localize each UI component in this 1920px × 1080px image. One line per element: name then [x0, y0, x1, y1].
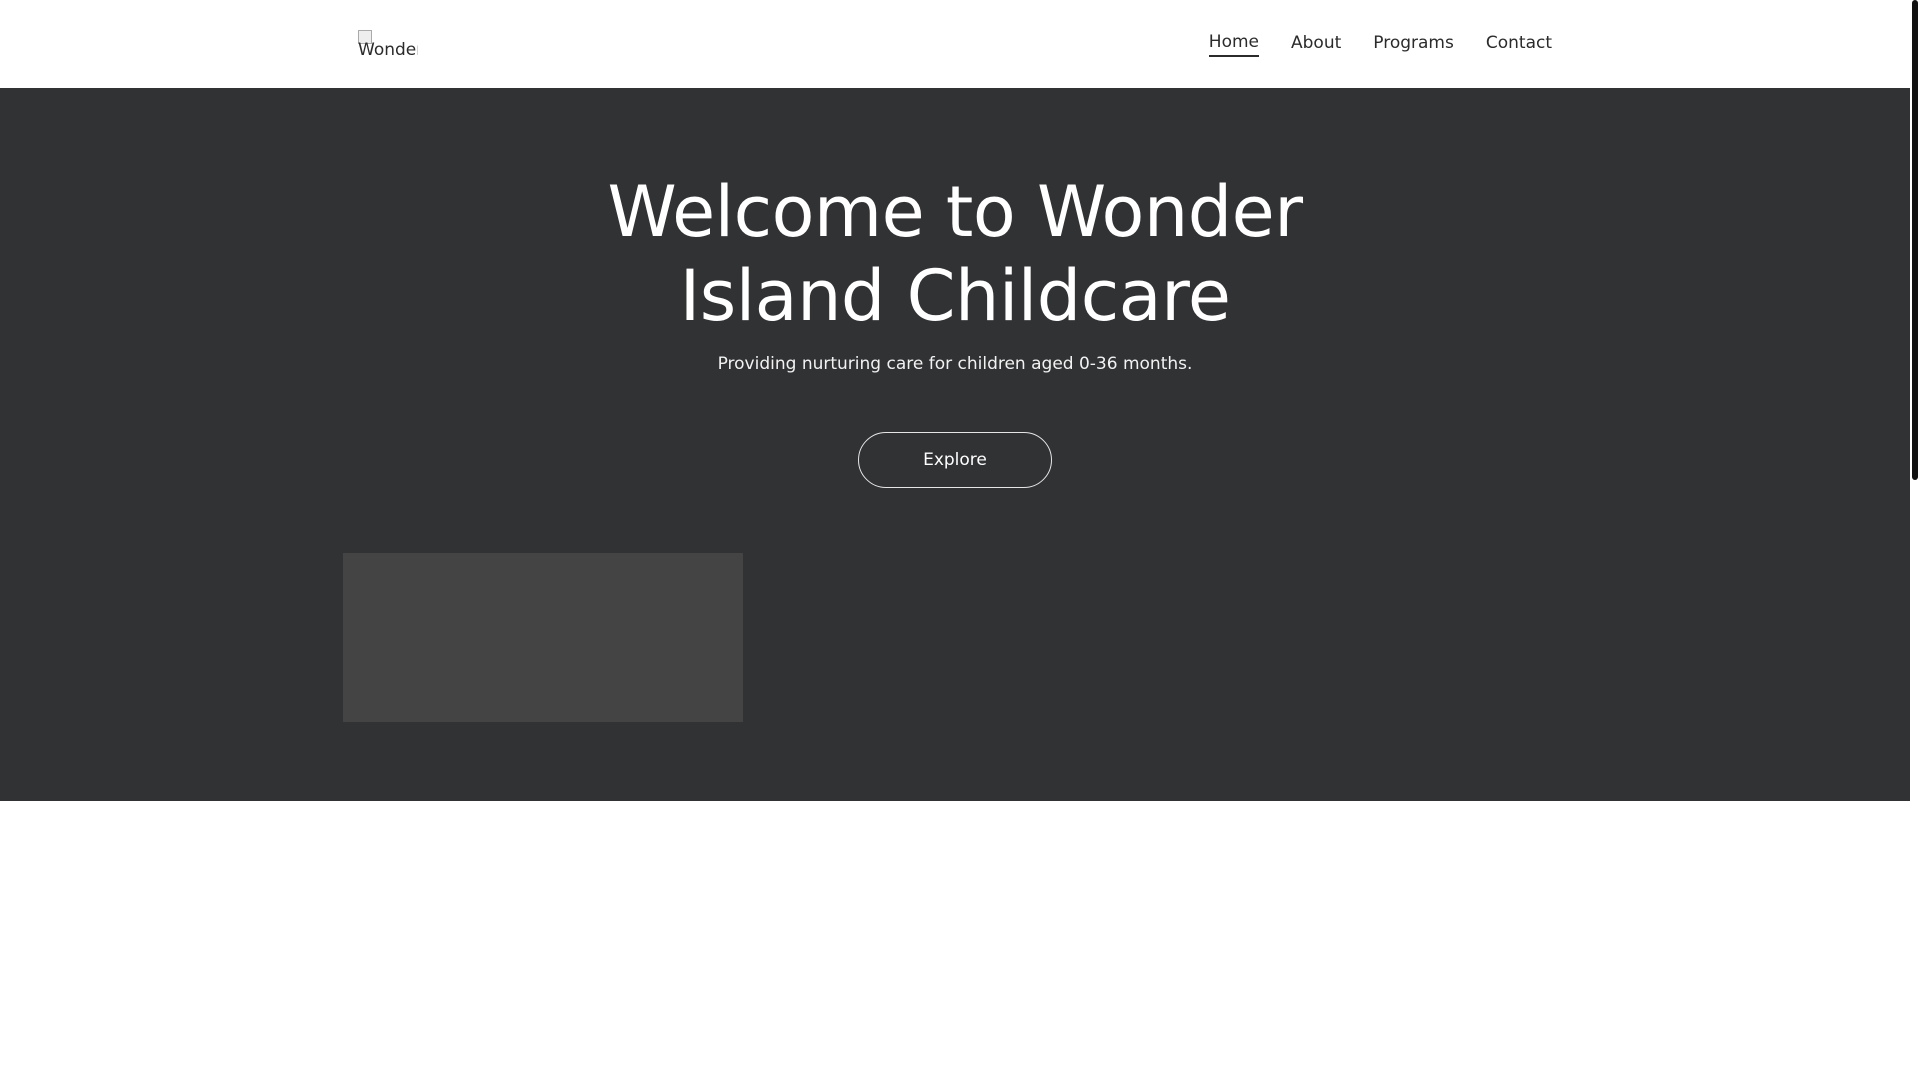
hero-image-placeholder — [343, 553, 743, 722]
scrollbar-thumb[interactable] — [1912, 0, 1918, 480]
logo-alt-text: Wonder — [358, 40, 418, 58]
nav-link-contact[interactable]: Contact — [1486, 33, 1552, 56]
main-nav: Home About Programs Contact — [1208, 0, 1552, 88]
page: Wonder Home About Programs Contact Welco… — [0, 0, 1920, 1080]
hero-subtitle: Providing nurturing care for children ag… — [717, 354, 1193, 374]
logo[interactable]: Wonder — [358, 30, 418, 58]
nav-link-programs[interactable]: Programs — [1373, 33, 1454, 56]
site-header: Wonder Home About Programs Contact — [0, 0, 1910, 88]
nav-link-about[interactable]: About — [1291, 33, 1341, 56]
scrollbar-track[interactable] — [1910, 0, 1920, 1080]
hero-section: Welcome to Wonder Island Childcare Provi… — [0, 88, 1910, 801]
hero-title-line-1: Welcome to Wonder — [607, 171, 1303, 253]
hero-title: Welcome to Wonder Island Childcare — [0, 170, 1910, 338]
nav-link-home[interactable]: Home — [1208, 32, 1259, 57]
explore-button[interactable]: Explore — [858, 432, 1052, 488]
hero-title-line-2: Island Childcare — [679, 255, 1231, 337]
